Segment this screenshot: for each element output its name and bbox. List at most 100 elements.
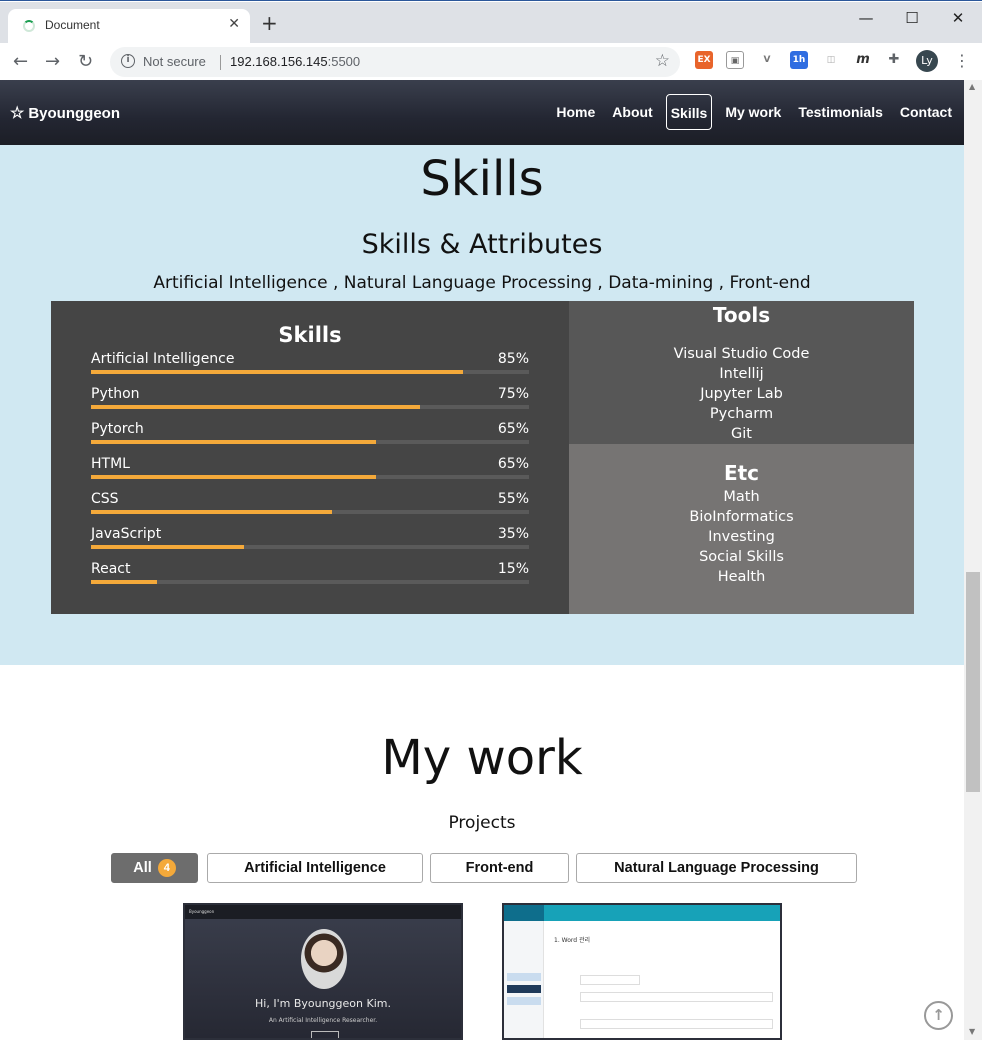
tab-strip: Document ✕ + — ☐ ✕: [0, 2, 982, 43]
skill-progress-track: [91, 440, 529, 444]
tools-panel: Tools Visual Studio Code Intellij Jupyte…: [569, 301, 914, 444]
project-card-portfolio[interactable]: Byounggeon Hi, I'm Byounggeon Kim. An Ar…: [183, 903, 463, 1040]
extensions-puzzle-icon[interactable]: ✚: [885, 51, 903, 69]
extension-ex-icon[interactable]: EX: [695, 51, 713, 69]
new-tab-button[interactable]: +: [261, 11, 278, 35]
extension-screen-icon[interactable]: ▣: [726, 51, 744, 69]
loading-spinner-icon: [23, 20, 35, 32]
extension-vue-icon[interactable]: V: [758, 51, 776, 69]
security-label: Not secure: [143, 54, 206, 69]
sidebar-item: [507, 973, 541, 981]
scroll-up-arrow-icon[interactable]: ▲: [969, 82, 975, 91]
skill-row: CSS 55%: [91, 491, 529, 521]
skills-panel-title: Skills: [278, 323, 342, 347]
browser-toolbar: ← → ↻ i Not secure 192.168.156.145:5500 …: [0, 43, 982, 81]
thumbnail-button: [311, 1031, 339, 1038]
thumbnail-title: 1. Word 관리: [554, 937, 591, 944]
forward-arrow-icon[interactable]: →: [45, 51, 60, 72]
etc-list: Math BioInformatics Investing Social Ski…: [569, 487, 914, 587]
thumbnail-logo: [504, 905, 544, 921]
browser-tab[interactable]: Document ✕: [8, 9, 250, 43]
skill-row: JavaScript 35%: [91, 526, 529, 556]
skill-percent: 65%: [497, 456, 529, 472]
extension-tabs-icon[interactable]: 1h: [790, 51, 808, 69]
skill-name: HTML: [91, 456, 130, 472]
skill-name: Pytorch: [91, 421, 144, 437]
browser-chrome: Document ✕ + — ☐ ✕ ← → ↻ i Not secure 19…: [0, 0, 982, 81]
thumbnail-header: [504, 905, 780, 921]
filter-ai-button[interactable]: Artificial Intelligence: [207, 853, 423, 883]
address-bar[interactable]: i Not secure 192.168.156.145:5500 ☆: [110, 47, 680, 77]
skill-progress-track: [91, 510, 529, 514]
url-text[interactable]: 192.168.156.145:5500: [230, 54, 360, 69]
skill-progress-fill: [91, 580, 157, 584]
skill-percent: 75%: [497, 386, 529, 402]
etc-panel: Etc Math BioInformatics Investing Social…: [569, 444, 914, 614]
extension-react-icon[interactable]: ◫: [822, 51, 840, 69]
minimize-button[interactable]: —: [843, 5, 889, 31]
skill-percent: 15%: [497, 561, 529, 577]
skill-name: Python: [91, 386, 140, 402]
reload-icon[interactable]: ↻: [78, 51, 93, 72]
back-arrow-icon[interactable]: ←: [13, 51, 28, 72]
page-scrollbar[interactable]: ▲ ▼: [964, 80, 982, 1040]
profile-avatar[interactable]: Ly: [916, 50, 938, 72]
site-navbar: ☆ Byounggeon Home About Skills My work Te…: [0, 80, 964, 145]
skill-row: Pytorch 65%: [91, 421, 529, 451]
list-item: BioInformatics: [689, 509, 794, 525]
profile-photo: [301, 929, 347, 989]
browser-menu-icon[interactable]: ⋮: [954, 51, 970, 70]
tools-title: Tools: [712, 303, 771, 327]
list-item: Intellij: [719, 366, 764, 382]
project-card-admin[interactable]: 1. Word 관리: [502, 903, 782, 1040]
close-window-button[interactable]: ✕: [935, 5, 981, 31]
skill-percent: 55%: [497, 491, 529, 507]
extension-m-icon[interactable]: m: [854, 51, 872, 69]
filter-all-button[interactable]: All 4: [111, 853, 198, 883]
skill-progress-fill: [91, 440, 376, 444]
maximize-button[interactable]: ☐: [889, 5, 935, 31]
skills-tagline: Artificial Intelligence , Natural Langua…: [153, 273, 811, 293]
nav-item-about[interactable]: About: [608, 94, 656, 130]
list-item: Investing: [708, 529, 775, 545]
nav-item-testimonials[interactable]: Testimonials: [794, 94, 887, 130]
skill-progress-track: [91, 545, 529, 549]
tools-list: Visual Studio Code Intellij Jupyter Lab …: [569, 344, 914, 444]
thumbnail-tagline: An Artificial Intelligence Researcher.: [268, 1017, 378, 1024]
skill-progress-track: [91, 580, 529, 584]
skills-panel: Skills Artificial Intelligence 85% Python 7…: [51, 301, 569, 614]
skill-row: Python 75%: [91, 386, 529, 416]
back-to-top-arrow-icon[interactable]: ↑: [924, 1001, 953, 1030]
filter-nlp-button[interactable]: Natural Language Processing: [576, 853, 857, 883]
scroll-down-arrow-icon[interactable]: ▼: [969, 1027, 975, 1036]
nav-item-contact[interactable]: Contact: [896, 94, 956, 130]
skill-name: JavaScript: [91, 526, 162, 542]
thumbnail-field: [580, 1019, 773, 1029]
tab-title: Document: [45, 18, 100, 32]
filter-frontend-button[interactable]: Front-end: [430, 853, 569, 883]
thumbnail-field: [580, 975, 640, 985]
nav-menu: Home About Skills My work Testimonials C…: [543, 94, 956, 130]
list-item: Math: [723, 489, 760, 505]
nav-item-my-work[interactable]: My work: [721, 94, 785, 130]
list-item: Health: [717, 569, 766, 585]
tab-close-icon[interactable]: ✕: [228, 16, 240, 32]
brand-link[interactable]: ☆ Byounggeon: [10, 103, 120, 123]
etc-title: Etc: [723, 461, 760, 485]
scrollbar-thumb[interactable]: [966, 572, 980, 792]
info-icon[interactable]: i: [121, 54, 135, 68]
skill-percent: 35%: [497, 526, 529, 542]
thumbnail-navbar: Byounggeon: [185, 905, 461, 919]
nav-item-home[interactable]: Home: [552, 94, 599, 130]
skill-row: React 15%: [91, 561, 529, 591]
skill-progress-track: [91, 370, 529, 374]
bookmark-star-icon[interactable]: ☆: [655, 51, 670, 71]
brand-name: Byounggeon: [28, 105, 120, 122]
list-item: Jupyter Lab: [700, 386, 783, 402]
url-host: 192.168.156.145: [230, 54, 328, 69]
list-item: Social Skills: [699, 549, 784, 565]
list-item: Visual Studio Code: [673, 346, 810, 362]
nav-item-skills[interactable]: Skills: [665, 94, 713, 130]
count-badge: 4: [157, 859, 176, 877]
skill-progress-fill: [91, 510, 332, 514]
